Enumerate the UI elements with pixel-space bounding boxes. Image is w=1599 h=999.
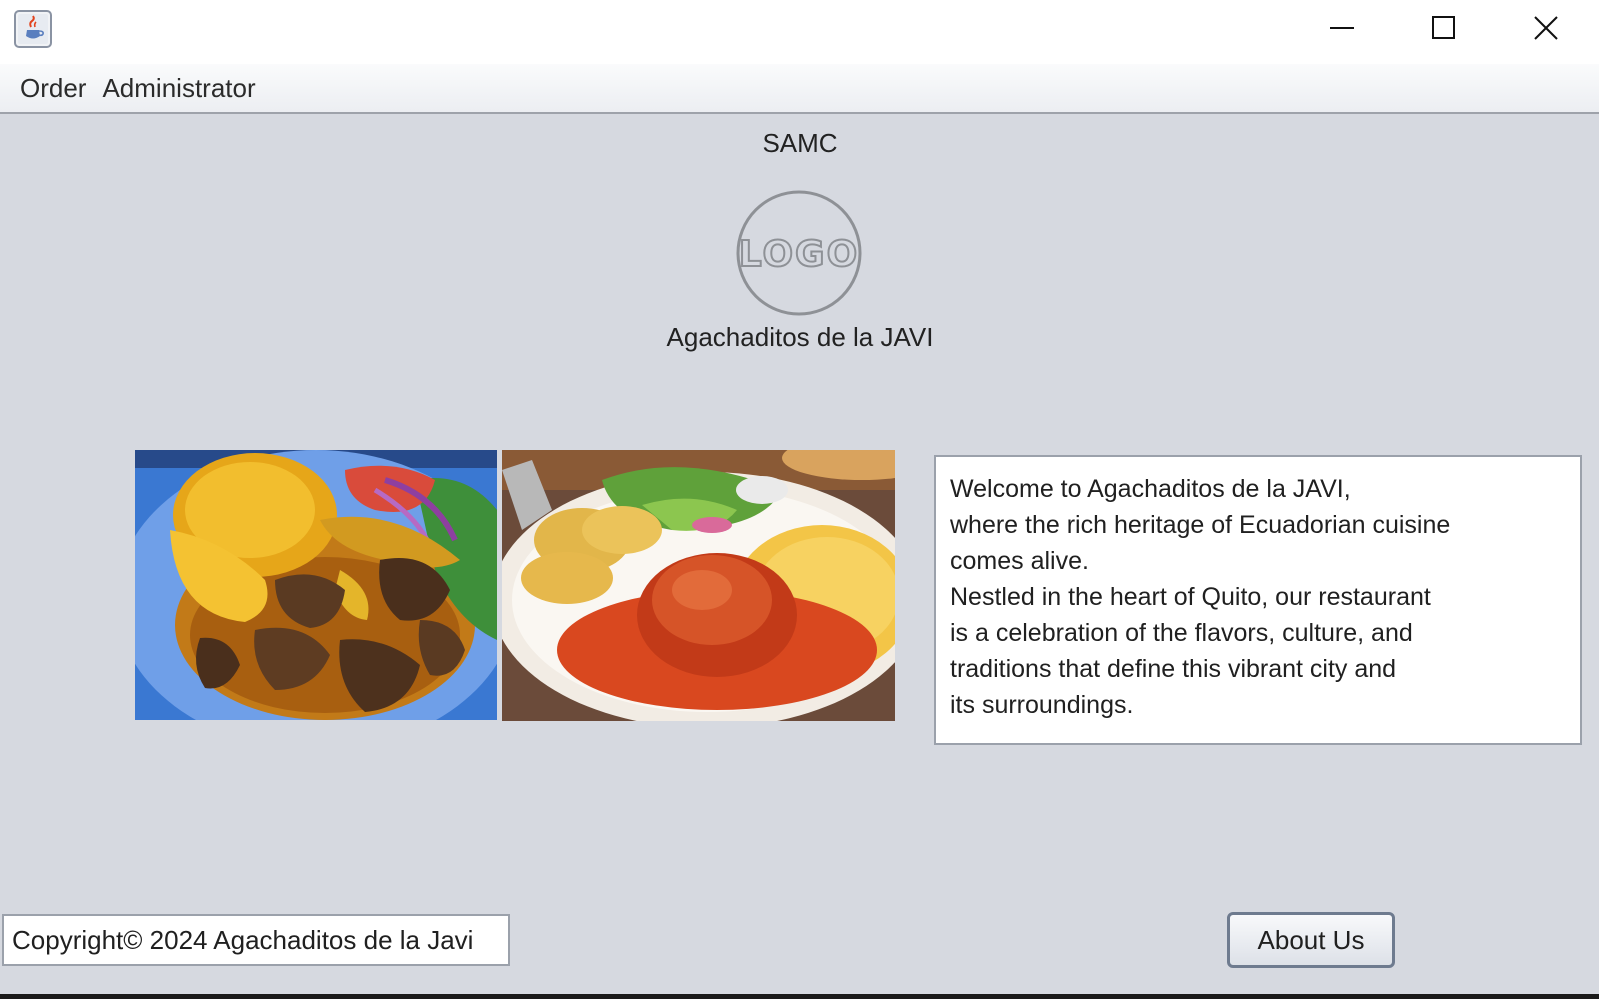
welcome-line: comes alive. bbox=[950, 547, 1089, 575]
welcome-line: traditions that define this vibrant city… bbox=[950, 655, 1397, 683]
about-us-button[interactable]: About Us bbox=[1227, 912, 1395, 968]
maximize-button[interactable] bbox=[1396, 0, 1492, 60]
application-window: Order Administrator SAMC LOGO Agachadito… bbox=[0, 0, 1599, 999]
welcome-line: its surroundings. bbox=[950, 691, 1134, 719]
welcome-text-area[interactable]: Welcome to Agachaditos de la JAVI, where… bbox=[934, 455, 1582, 745]
close-button[interactable] bbox=[1498, 0, 1594, 60]
welcome-line: is a celebration of the flavors, culture… bbox=[950, 619, 1413, 647]
food-photo-plate-chicken-rice bbox=[502, 450, 895, 721]
system-title: SAMC bbox=[762, 128, 838, 158]
menu-order[interactable]: Order bbox=[12, 63, 94, 113]
svg-text:LOGO: LOGO bbox=[739, 234, 859, 275]
copyright-field[interactable]: Copyright© 2024 Agachaditos de la Javi bbox=[2, 914, 510, 966]
logo-icon: LOGO bbox=[733, 188, 865, 318]
title-bar bbox=[0, 0, 1599, 64]
welcome-line: Welcome to Agachaditos de la JAVI, bbox=[950, 475, 1351, 503]
window-bottom-edge bbox=[0, 994, 1599, 999]
food-photo-plate-rice-meat bbox=[135, 450, 497, 720]
welcome-line: Nestled in the heart of Quito, our resta… bbox=[950, 583, 1431, 611]
close-icon bbox=[1533, 15, 1559, 46]
java-cup-icon bbox=[14, 10, 52, 48]
maximize-icon bbox=[1431, 15, 1457, 46]
minimize-icon bbox=[1329, 15, 1355, 46]
welcome-line: where the rich heritage of Ecuadorian cu… bbox=[950, 511, 1451, 539]
menu-bar: Order Administrator bbox=[0, 64, 1599, 114]
menu-administrator[interactable]: Administrator bbox=[94, 63, 263, 113]
restaurant-name: Agachaditos de la JAVI bbox=[666, 322, 934, 352]
minimize-button[interactable] bbox=[1294, 0, 1390, 60]
